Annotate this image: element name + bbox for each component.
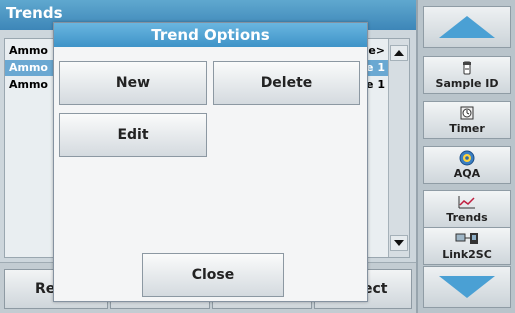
arrow-down-icon	[394, 240, 404, 246]
list-item-value: e 1	[366, 61, 385, 74]
page-up-button[interactable]	[423, 6, 511, 48]
trends-label: Trends	[446, 211, 488, 224]
sample-id-icon	[424, 59, 510, 76]
page-title: Trends	[6, 4, 63, 22]
trend-options-dialog: Trend Options New Delete Edit Close	[53, 22, 368, 302]
edit-button[interactable]: Edit	[59, 113, 207, 157]
close-button[interactable]: Close	[142, 253, 284, 297]
dialog-overlay: Trend Options New Delete Edit Close	[53, 22, 368, 302]
list-item-value: e>	[368, 44, 385, 57]
page-down-button[interactable]	[423, 266, 511, 308]
link2sc-label: Link2SC	[442, 248, 492, 261]
scroll-down-button[interactable]	[390, 235, 408, 251]
delete-button[interactable]: Delete	[213, 61, 360, 105]
arrow-down-icon	[439, 276, 495, 298]
timer-label: Timer	[449, 122, 485, 135]
aqa-icon	[424, 149, 510, 166]
aqa-label: AQA	[453, 167, 481, 180]
link2sc-icon	[424, 230, 510, 247]
timer-icon	[424, 104, 510, 121]
trends-icon	[424, 193, 510, 210]
list-item-name: Ammo	[9, 78, 48, 91]
link2sc-button[interactable]: Link2SC	[423, 227, 511, 265]
dialog-title: Trend Options	[54, 23, 367, 47]
arrow-up-icon	[439, 16, 495, 38]
screen: Trends Ammo e> Ammo e 1 Ammo e 1 Re ect …	[0, 0, 515, 313]
trends-button[interactable]: Trends	[423, 190, 511, 228]
list-item-name: Ammo	[9, 44, 48, 57]
vertical-scrollbar[interactable]	[388, 39, 409, 257]
right-panel: Sample ID Timer AQA Trends Link2SC	[416, 0, 515, 313]
aqa-button[interactable]: AQA	[423, 146, 511, 184]
new-button[interactable]: New	[59, 61, 207, 105]
sample-id-label: Sample ID	[435, 77, 499, 90]
sample-id-button[interactable]: Sample ID	[423, 56, 511, 94]
arrow-up-icon	[394, 50, 404, 56]
timer-button[interactable]: Timer	[423, 101, 511, 139]
scroll-up-button[interactable]	[390, 45, 408, 61]
list-item-name: Ammo	[9, 61, 48, 74]
list-item-value: e 1	[366, 78, 385, 91]
